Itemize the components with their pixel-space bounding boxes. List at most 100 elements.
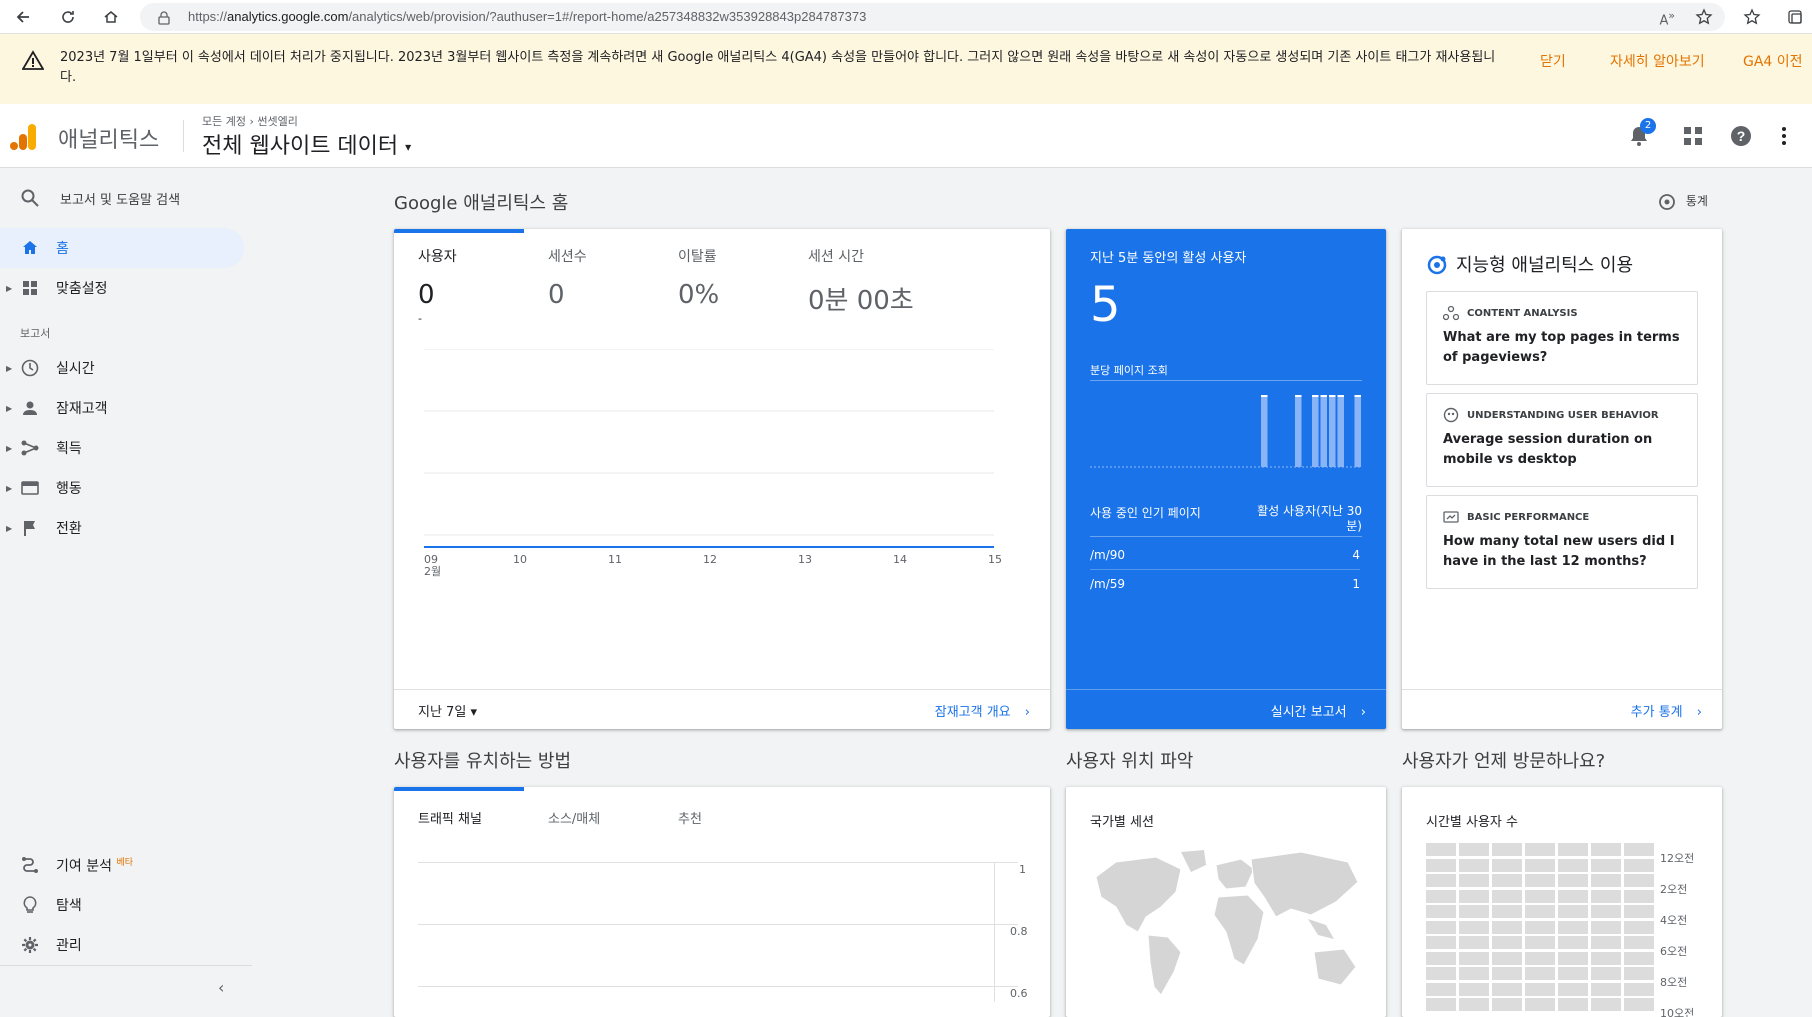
location-section-title: 사용자 위치 파악 [1066, 751, 1194, 772]
apps-grid-icon[interactable] [1683, 126, 1703, 150]
metric-value: 0 [548, 280, 565, 310]
realtime-table-header: 사용 중인 인기 페이지 활성 사용자(지난 30분) [1090, 504, 1362, 533]
active-users-count: 5 [1090, 277, 1121, 333]
sidebar-item-discover[interactable]: 탐색 [0, 885, 244, 925]
hour-label: 8오전 [1660, 976, 1688, 989]
pageview-bar [1295, 395, 1302, 467]
map-se-asia [1308, 919, 1334, 939]
breadcrumb-account[interactable]: 썬셋엘리 [257, 115, 297, 128]
heatmap-cell [1459, 920, 1489, 934]
breadcrumb-all-accounts[interactable]: 모든 계정 [202, 115, 246, 128]
insight-card[interactable]: CONTENT ANALYSIS What are my top pages i… [1426, 291, 1698, 385]
back-arrow-icon[interactable] [12, 6, 34, 28]
heatmap-cell [1426, 858, 1456, 872]
heatmap-cell [1558, 936, 1588, 949]
table-row[interactable]: /m/59 1 [1090, 571, 1360, 599]
tab-source-medium[interactable]: 소스/매체 [548, 791, 600, 841]
heatmap-cell [1492, 967, 1522, 980]
when-section-title: 사용자가 언제 방문하나요? [1402, 751, 1606, 772]
heatmap-cell [1624, 998, 1654, 1011]
heatmap-cell [1525, 951, 1555, 965]
gridline [418, 924, 1018, 925]
sidebar-item-admin[interactable]: 관리 [0, 925, 244, 965]
heatmap-cell [1492, 998, 1522, 1011]
banner-learn-more-link[interactable]: 자세히 알아보기 [1610, 51, 1705, 71]
insight-card[interactable]: UNDERSTANDING USER BEHAVIOR Average sess… [1426, 393, 1698, 487]
gridline [418, 986, 1018, 987]
date-range-dropdown[interactable]: 지난 7일 ▾ [418, 701, 477, 720]
sidebar-search[interactable]: 보고서 및 도움말 검색 [0, 178, 244, 218]
banner-close-button[interactable]: 닫기 [1540, 51, 1566, 71]
sidebar-item-attribution[interactable]: 기여 분석 베타 [0, 845, 244, 885]
sidebar-item-home[interactable]: 홈 [0, 228, 244, 268]
tab-referrals[interactable]: 추천 [678, 791, 702, 841]
collapse-sidebar-icon[interactable]: ‹ [218, 978, 224, 997]
help-icon[interactable]: ? [1730, 125, 1752, 151]
hourly-users-card: 시간별 사용자 수 12오전 2오전 4오전 6오전 8오전 10오전 [1402, 787, 1722, 1017]
stats-link[interactable]: 통계 [1658, 192, 1708, 211]
home-browser-icon[interactable] [100, 6, 122, 28]
heatmap-cell [1525, 889, 1555, 903]
heatmap-cell [1591, 998, 1621, 1011]
heatmap-cell [1426, 982, 1456, 996]
read-aloud-icon[interactable]: A» [1659, 9, 1675, 28]
heatmap-cell [1591, 874, 1621, 887]
heatmap-cell [1591, 951, 1621, 965]
heatmap-cell [1624, 889, 1654, 903]
x-month-label: 2월 [424, 565, 441, 578]
breadcrumb[interactable]: 모든 계정 › 썬셋엘리 [202, 113, 298, 129]
insight-card[interactable]: BASIC PERFORMANCE How many total new use… [1426, 495, 1698, 589]
hour-label: 12오전 [1660, 852, 1695, 865]
more-vert-icon[interactable] [1780, 126, 1788, 150]
hour-label: 6오전 [1660, 945, 1688, 958]
tab-traffic-channel[interactable]: 트래픽 채널 [418, 791, 482, 841]
beta-badge: 베타 [116, 857, 133, 868]
heatmap-cell [1624, 951, 1654, 965]
address-bar[interactable]: https://analytics.google.com/analytics/w… [140, 3, 1725, 31]
realtime-report-link[interactable]: 실시간 보고서 › [1271, 701, 1366, 720]
audience-overview-link[interactable]: 잠재고객 개요 › [935, 701, 1030, 720]
favorite-add-icon[interactable] [1695, 8, 1713, 30]
hour-label: 10오전 [1660, 1007, 1695, 1017]
favorites-icon[interactable] [1743, 8, 1761, 30]
world-map[interactable] [1086, 847, 1366, 997]
metric-tab-users[interactable]: 사용자 0 - [418, 229, 457, 325]
warning-icon [21, 50, 45, 74]
active-users-value: 1 [1352, 577, 1360, 591]
metric-tab-session-duration[interactable]: 세션 시간 0분 00초 [808, 229, 914, 316]
heatmap-cell [1525, 936, 1555, 949]
map-south-america [1147, 934, 1182, 996]
chevron-right-icon: › [1024, 705, 1030, 720]
heatmap-cell [1459, 874, 1489, 887]
metric-tab-bounce-rate[interactable]: 이탈률 0% [678, 229, 719, 310]
pageviews-bar-chart [1090, 395, 1362, 468]
sidebar-item-customization[interactable]: ▶ 맞춤설정 [0, 268, 244, 308]
realtime-divider [1090, 380, 1362, 381]
reload-icon[interactable] [57, 6, 79, 28]
metric-tab-sessions[interactable]: 세션수 0 [548, 229, 587, 310]
heatmap-cell [1591, 920, 1621, 934]
heatmap-cell [1492, 843, 1522, 856]
analytics-logo-icon[interactable] [10, 122, 38, 156]
sidebar-item-audience[interactable]: ▶ 잠재고객 [0, 388, 244, 428]
view-selector[interactable]: 전체 웹사이트 데이터 ▾ [202, 128, 411, 160]
table-row[interactable]: /m/90 4 [1090, 542, 1360, 570]
sidebar-item-acquisition[interactable]: ▶ 획득 [0, 428, 244, 468]
sidebar-item-behavior[interactable]: ▶ 행동 [0, 468, 244, 508]
heatmap-cell [1492, 905, 1522, 918]
sidebar-item-label: 맞춤설정 [56, 281, 108, 297]
expand-arrow-icon: ▶ [6, 523, 13, 533]
sidebar-item-realtime[interactable]: ▶ 실시간 [0, 348, 244, 388]
map-africa [1213, 894, 1265, 966]
insights-card-footer: 추가 통계 › [1402, 689, 1722, 729]
pageview-bar-cap [1295, 395, 1302, 397]
home-icon [20, 238, 40, 258]
overview-card-footer: 지난 7일 ▾ 잠재고객 개요 › [394, 689, 1050, 729]
sidebar-item-conversions[interactable]: ▶ 전환 [0, 508, 244, 548]
heatmap-cell [1525, 998, 1555, 1011]
banner-ga4-link[interactable]: GA4 이전 [1743, 51, 1803, 71]
collections-icon[interactable] [1786, 8, 1804, 30]
sidebar-item-label: 탐색 [56, 898, 82, 914]
notifications-bell-icon[interactable]: 2 [1628, 118, 1656, 152]
more-insights-link[interactable]: 추가 통계 › [1631, 701, 1702, 720]
